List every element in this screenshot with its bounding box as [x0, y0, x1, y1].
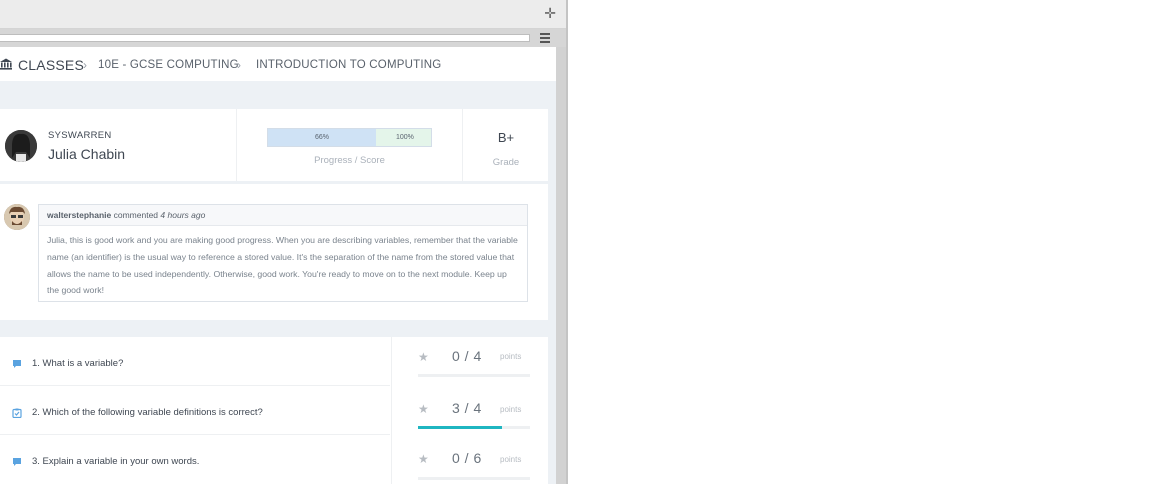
commenter-photo — [4, 204, 30, 230]
points-label: points — [500, 405, 522, 414]
browser-toolbar — [0, 29, 566, 47]
breadcrumb-module[interactable]: INTRODUCTION TO COMPUTING — [256, 59, 441, 71]
page-viewport: CLASSES › 10E - GCSE COMPUTING › INTRODU… — [0, 47, 556, 484]
question-row[interactable]: 2. Which of the following variable defin… — [0, 386, 548, 435]
breadcrumb-class[interactable]: 10E - GCSE COMPUTING — [98, 59, 239, 71]
comment-body: Julia, this is good work and you are mak… — [47, 235, 518, 296]
question-score: 3 / 4 — [452, 400, 482, 416]
comment-header: walterstephanie commented 4 hours ago — [39, 205, 527, 226]
question-list: 1. What is a variable? ★ 0 / 4 points 2.… — [0, 337, 548, 484]
address-bar[interactable] — [0, 34, 530, 42]
points-label: points — [500, 352, 522, 361]
points-label: points — [500, 455, 522, 464]
comment-verb: commented — [113, 210, 159, 220]
score-bar-fill — [418, 426, 502, 429]
student-avatar[interactable] — [5, 130, 37, 162]
question-title[interactable]: 1. What is a variable? — [32, 358, 123, 369]
star-icon[interactable]: ★ — [418, 350, 429, 364]
commenter-avatar[interactable] — [4, 204, 30, 230]
question-score: 0 / 4 — [452, 348, 482, 364]
speech-bubble-icon — [13, 360, 21, 368]
comment-timestamp: 4 hours ago — [160, 210, 206, 220]
question-row[interactable]: 3. Explain a variable in your own words.… — [0, 435, 548, 484]
progress-caption: Progress / Score — [314, 155, 385, 166]
divider — [462, 109, 463, 181]
question-row[interactable]: 1. What is a variable? ★ 0 / 4 points — [0, 337, 548, 386]
student-card: SYSWARREN Julia Chabin 66% 100% Progress… — [0, 109, 548, 181]
browser-window: ✛ CLASSES › 10E - GCSE COMPUTING › INTRO… — [0, 0, 568, 484]
breadcrumb-classes[interactable]: CLASSES — [18, 57, 84, 73]
score-bar — [418, 374, 530, 377]
progress-label: 66% — [315, 134, 330, 141]
question-title[interactable]: 3. Explain a variable in your own words. — [32, 456, 199, 467]
breadcrumb: CLASSES › 10E - GCSE COMPUTING › INTRODU… — [0, 47, 556, 81]
institution-icon — [0, 58, 12, 70]
clipboard-check-icon — [12, 408, 22, 418]
comment-card: walterstephanie commented 4 hours ago Ju… — [0, 184, 548, 320]
grade-value: B+ — [497, 130, 515, 145]
student-photo — [5, 130, 37, 162]
title-bar: ✛ — [0, 0, 566, 29]
student-name[interactable]: Julia Chabin — [48, 146, 125, 162]
student-username: SYSWARREN — [48, 130, 112, 141]
score-bar — [418, 426, 530, 429]
scrollbar[interactable] — [556, 47, 566, 484]
grade-caption: Grade — [492, 157, 520, 168]
score-label: 100% — [396, 134, 414, 141]
chevron-right-icon: › — [237, 58, 241, 72]
star-icon[interactable]: ★ — [418, 452, 429, 466]
progress-bar: 66% 100% — [267, 128, 432, 147]
question-title[interactable]: 2. Which of the following variable defin… — [32, 407, 263, 418]
chevron-right-icon: › — [83, 58, 87, 72]
star-icon[interactable]: ★ — [418, 402, 429, 416]
question-score: 0 / 6 — [452, 450, 482, 466]
speech-bubble-icon — [13, 458, 21, 466]
divider — [236, 109, 237, 181]
hamburger-menu-icon[interactable] — [538, 31, 552, 45]
comment-box: walterstephanie commented 4 hours ago Ju… — [38, 204, 528, 302]
comment-author[interactable]: walterstephanie — [47, 210, 111, 220]
score-bar — [418, 477, 530, 480]
move-icon[interactable]: ✛ — [544, 6, 556, 20]
